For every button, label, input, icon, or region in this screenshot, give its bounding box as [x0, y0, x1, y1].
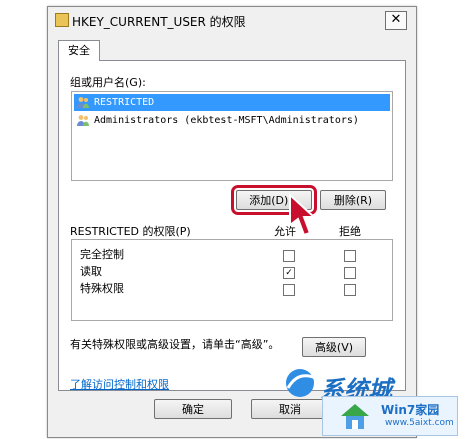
remove-button[interactable]: 删除(R) — [320, 190, 386, 210]
permission-name: 完全控制 — [80, 248, 124, 261]
deny-checkbox[interactable] — [344, 267, 356, 279]
list-item[interactable]: RESTRICTED — [74, 94, 390, 111]
watermark-badge: Win7家园 www.5aixt.com — [322, 396, 458, 436]
title-bar: HKEY_CURRENT_USER 的权限 ✕ — [48, 7, 416, 33]
allow-checkbox[interactable] — [283, 284, 295, 296]
security-tab-panel: 组或用户名(G): RESTRICTED Administrators (ekb… — [58, 60, 406, 391]
watermark-site: Win7家园 — [381, 403, 440, 417]
close-button[interactable]: ✕ — [385, 11, 407, 30]
user-name: Administrators (ekbtest-MSFT\Administrat… — [94, 115, 359, 126]
watermark-logo-icon — [286, 369, 317, 397]
cancel-button[interactable]: 取消 — [251, 399, 329, 419]
deny-checkbox[interactable] — [344, 250, 356, 262]
permission-name: 读取 — [80, 265, 102, 278]
user-name: RESTRICTED — [94, 97, 155, 108]
users-icon — [77, 115, 89, 126]
groups-label: 组或用户名(G): — [70, 76, 146, 89]
permission-name: 特殊权限 — [80, 282, 124, 295]
window-title: HKEY_CURRENT_USER 的权限 — [72, 15, 246, 29]
advanced-help-text: 有关特殊权限或高级设置，请单击“高级”。 — [70, 338, 280, 351]
user-list[interactable]: RESTRICTED Administrators (ekbtest-MSFT\… — [71, 91, 393, 181]
watermark-url: www.5aixt.com — [385, 418, 454, 428]
deny-column-header: 拒绝 — [339, 225, 361, 238]
users-icon — [77, 97, 89, 108]
permissions-header: RESTRICTED 的权限(P) — [70, 225, 191, 238]
allow-checkbox[interactable]: ✓ — [283, 267, 295, 279]
deny-checkbox[interactable] — [344, 284, 356, 296]
folder-icon — [55, 13, 69, 27]
tab-security[interactable]: 安全 — [58, 40, 100, 61]
access-control-link[interactable]: 了解访问控制和权限 — [70, 376, 169, 392]
allow-checkbox[interactable] — [283, 250, 295, 262]
ok-button[interactable]: 确定 — [154, 399, 232, 419]
advanced-button[interactable]: 高级(V) — [302, 337, 366, 357]
permissions-table: 完全控制 读取 特殊权限 ✓ — [71, 239, 393, 321]
list-item[interactable]: Administrators (ekbtest-MSFT\Administrat… — [74, 112, 390, 129]
house-icon — [341, 404, 369, 429]
pointer-arrow-icon — [289, 193, 317, 237]
